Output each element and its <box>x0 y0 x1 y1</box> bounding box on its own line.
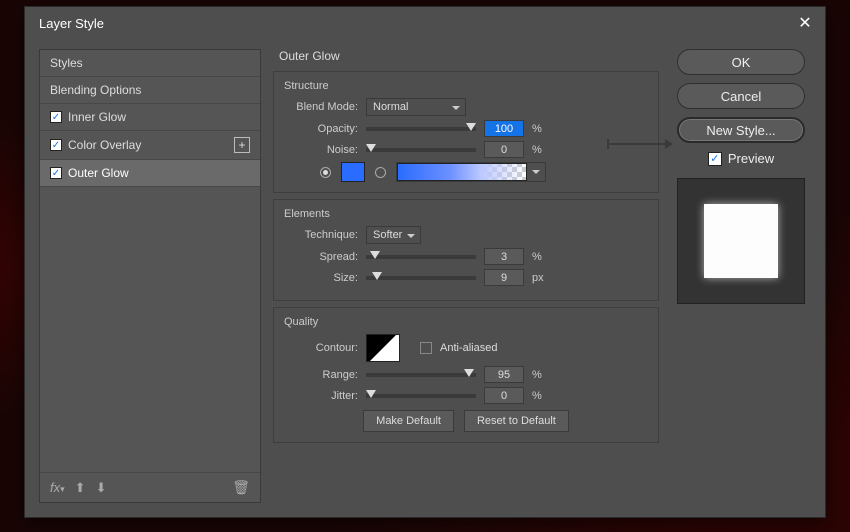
fx-icon[interactable]: fx▾ <box>50 480 65 495</box>
cancel-button[interactable]: Cancel <box>677 83 805 109</box>
size-slider[interactable] <box>366 276 476 280</box>
jitter-label: Jitter: <box>284 390 358 402</box>
contour-picker[interactable] <box>366 334 400 362</box>
preview-box <box>677 178 805 304</box>
down-arrow-icon[interactable]: ⬇ <box>96 480 107 496</box>
group-title: Structure <box>284 80 648 92</box>
reset-default-button[interactable]: Reset to Default <box>464 410 569 432</box>
contour-label: Contour: <box>284 342 358 354</box>
range-label: Range: <box>284 369 358 381</box>
ok-button[interactable]: OK <box>677 49 805 75</box>
styles-footer: fx▾ ⬆ ⬇ 🗑 <box>40 472 260 502</box>
size-input[interactable]: 9 <box>484 269 524 286</box>
quality-group: Quality Contour: Anti-aliased Range: 95 … <box>273 307 659 443</box>
opacity-slider[interactable] <box>366 127 476 131</box>
size-unit: px <box>532 272 550 284</box>
preview-toggle[interactable]: ✓ Preview <box>708 151 774 166</box>
style-item-inner-glow[interactable]: ✓ Inner Glow <box>40 104 260 131</box>
group-title: Elements <box>284 208 648 220</box>
add-effect-icon[interactable]: + <box>234 137 250 153</box>
opacity-unit: % <box>532 123 550 135</box>
technique-label: Technique: <box>284 229 358 241</box>
styles-header[interactable]: Styles <box>40 50 260 77</box>
callout-arrow-icon <box>608 143 672 145</box>
checkbox-icon[interactable]: ✓ <box>50 167 62 179</box>
style-item-label: Inner Glow <box>68 110 126 124</box>
section-title: Outer Glow <box>273 49 659 65</box>
noise-input[interactable]: 0 <box>484 141 524 158</box>
preview-label: Preview <box>728 151 774 166</box>
antialias-label: Anti-aliased <box>440 342 497 354</box>
jitter-slider[interactable] <box>366 394 476 398</box>
trash-icon[interactable]: 🗑 <box>232 479 250 496</box>
size-label: Size: <box>284 272 358 284</box>
spread-input[interactable]: 3 <box>484 248 524 265</box>
color-radio[interactable] <box>320 167 331 178</box>
blend-mode-label: Blend Mode: <box>284 101 358 113</box>
layer-style-dialog: Layer Style ✕ Styles Blending Options ✓ … <box>24 6 826 518</box>
structure-group: Structure Blend Mode: Normal Opacity: 10… <box>273 71 659 193</box>
spread-slider[interactable] <box>366 255 476 259</box>
make-default-button[interactable]: Make Default <box>363 410 454 432</box>
style-item-outer-glow[interactable]: ✓ Outer Glow <box>40 160 260 187</box>
spread-label: Spread: <box>284 251 358 263</box>
checkbox-icon[interactable]: ✓ <box>50 139 62 151</box>
style-item-color-overlay[interactable]: ✓ Color Overlay + <box>40 131 260 160</box>
group-title: Quality <box>284 316 648 328</box>
styles-panel: Styles Blending Options ✓ Inner Glow ✓ C… <box>39 49 261 503</box>
range-input[interactable]: 95 <box>484 366 524 383</box>
right-column: OK Cancel New Style... ✓ Preview <box>671 49 811 503</box>
gradient-picker[interactable] <box>396 162 546 182</box>
up-arrow-icon[interactable]: ⬆ <box>75 480 86 496</box>
checkbox-icon[interactable]: ✓ <box>708 152 722 166</box>
range-unit: % <box>532 369 550 381</box>
elements-group: Elements Technique: Softer Spread: 3 % S… <box>273 199 659 301</box>
blending-options[interactable]: Blending Options <box>40 77 260 104</box>
close-button[interactable]: ✕ <box>793 11 817 35</box>
technique-dropdown[interactable]: Softer <box>366 226 421 244</box>
noise-unit: % <box>532 144 550 156</box>
noise-slider[interactable] <box>366 148 476 152</box>
preview-swatch <box>704 204 778 278</box>
style-item-label: Color Overlay <box>68 138 141 152</box>
jitter-input[interactable]: 0 <box>484 387 524 404</box>
spread-unit: % <box>532 251 550 263</box>
blend-mode-dropdown[interactable]: Normal <box>366 98 466 116</box>
settings-column: Outer Glow Structure Blend Mode: Normal … <box>273 49 659 503</box>
opacity-label: Opacity: <box>284 123 358 135</box>
style-item-label: Outer Glow <box>68 166 129 180</box>
antialias-checkbox[interactable] <box>420 342 432 354</box>
new-style-button[interactable]: New Style... <box>677 117 805 143</box>
gradient-radio[interactable] <box>375 167 386 178</box>
jitter-unit: % <box>532 390 550 402</box>
opacity-input[interactable]: 100 <box>484 120 524 137</box>
color-swatch[interactable] <box>341 162 365 182</box>
noise-label: Noise: <box>284 144 358 156</box>
dialog-title: Layer Style <box>39 16 104 31</box>
checkbox-icon[interactable]: ✓ <box>50 111 62 123</box>
range-slider[interactable] <box>366 373 476 377</box>
titlebar: Layer Style ✕ <box>25 7 825 39</box>
